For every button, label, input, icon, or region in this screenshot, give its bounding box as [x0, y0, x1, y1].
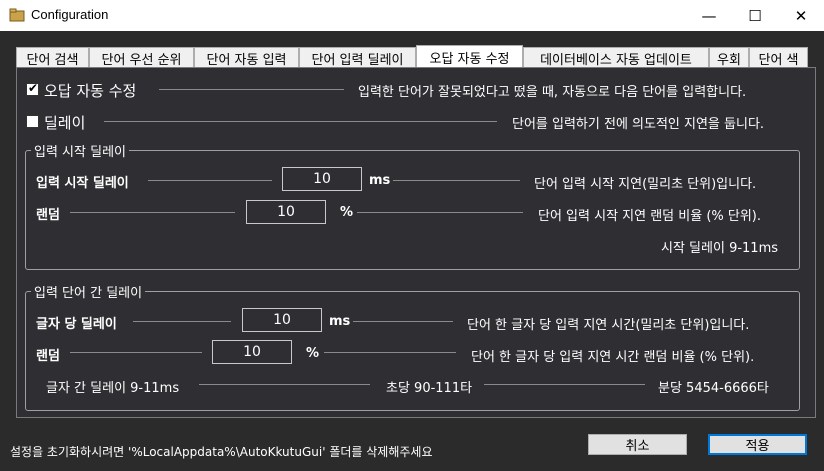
- tab-word-color[interactable]: 단어 색: [749, 47, 808, 68]
- char-random-unit: %: [306, 346, 320, 361]
- maximize-button[interactable]: ☐: [732, 0, 778, 31]
- divider: [159, 89, 344, 90]
- tab-auto-fix[interactable]: 오답 자동 수정: [416, 45, 523, 69]
- divider: [70, 212, 235, 213]
- divider: [133, 321, 231, 322]
- divider: [357, 212, 523, 213]
- typing-speed-per-second: 초당 90-111타: [386, 381, 473, 396]
- reset-hint: 설정을 초기화하시려면 '%LocalAppdata%\AutoKkutuGui…: [10, 445, 433, 459]
- tab-strip: 단어 검색 단어 우선 순위 단어 자동 입력 단어 입력 딜레이 오답 자동 …: [16, 45, 808, 69]
- tab-word-input-delay[interactable]: 단어 입력 딜레이: [299, 47, 416, 68]
- char-delay-group-title: 입력 단어 간 딜레이: [31, 282, 146, 301]
- char-delay-summary: 글자 간 딜레이 9-11ms: [46, 381, 180, 396]
- auto-fix-description: 입력한 단어가 잘못되었다고 떴을 때, 자동으로 다음 단어를 입력합니다.: [358, 85, 747, 100]
- delay-label: 딜레이: [44, 114, 86, 132]
- char-random-description: 단어 한 글자 당 입력 지연 시간 랜덤 비율 (% 단위).: [471, 350, 755, 365]
- divider: [104, 121, 497, 122]
- start-random-unit: %: [340, 205, 354, 220]
- start-random-label: 랜덤: [36, 208, 60, 223]
- app-icon: [9, 8, 25, 22]
- start-delay-label: 입력 시작 딜레이: [36, 176, 129, 191]
- char-delay-unit: ms: [329, 314, 351, 329]
- tab-bypass[interactable]: 우회: [709, 47, 749, 68]
- start-delay-summary: 시작 딜레이 9-11ms: [661, 241, 779, 256]
- delay-description: 단어를 입력하기 전에 의도적인 지연을 둡니다.: [512, 117, 765, 132]
- divider: [353, 321, 453, 322]
- start-delay-input[interactable]: 10: [282, 167, 362, 191]
- divider: [393, 180, 520, 181]
- check-icon: ✔: [28, 81, 39, 95]
- char-random-label: 랜덤: [36, 349, 60, 364]
- typing-speed-per-minute: 분당 5454-6666타: [658, 381, 769, 396]
- close-button[interactable]: ✕: [778, 0, 824, 31]
- char-delay-label: 글자 당 딜레이: [36, 317, 117, 332]
- window-title: Configuration: [31, 7, 109, 22]
- char-random-input[interactable]: 10: [212, 340, 292, 364]
- divider: [70, 352, 202, 353]
- auto-fix-label: 오답 자동 수정: [44, 82, 137, 100]
- tab-db-auto-update[interactable]: 데이터베이스 자동 업데이트: [523, 47, 709, 68]
- start-random-description: 단어 입력 시작 지연 랜덤 비율 (% 단위).: [538, 209, 761, 224]
- start-delay-group-title: 입력 시작 딜레이: [31, 141, 129, 160]
- title-bar: Configuration — ☐ ✕: [0, 0, 824, 31]
- apply-button[interactable]: 적용: [708, 434, 807, 455]
- divider: [324, 352, 456, 353]
- tab-word-priority[interactable]: 단어 우선 순위: [89, 47, 194, 68]
- minimize-button[interactable]: —: [686, 0, 732, 31]
- divider: [199, 384, 370, 385]
- cancel-button[interactable]: 취소: [588, 434, 687, 455]
- divider: [148, 180, 272, 181]
- auto-fix-checkbox[interactable]: ✔: [26, 81, 39, 96]
- start-random-input[interactable]: 10: [246, 200, 326, 224]
- char-delay-input[interactable]: 10: [242, 308, 322, 332]
- tab-word-auto-input[interactable]: 단어 자동 입력: [194, 47, 299, 68]
- delay-checkbox[interactable]: [26, 115, 39, 128]
- char-delay-description: 단어 한 글자 당 입력 지연 시간(밀리초 단위)입니다.: [467, 318, 750, 333]
- tab-word-search[interactable]: 단어 검색: [16, 47, 89, 68]
- start-delay-unit: ms: [369, 173, 391, 188]
- divider: [484, 384, 645, 385]
- start-delay-description: 단어 입력 시작 지연(밀리초 단위)입니다.: [534, 177, 757, 192]
